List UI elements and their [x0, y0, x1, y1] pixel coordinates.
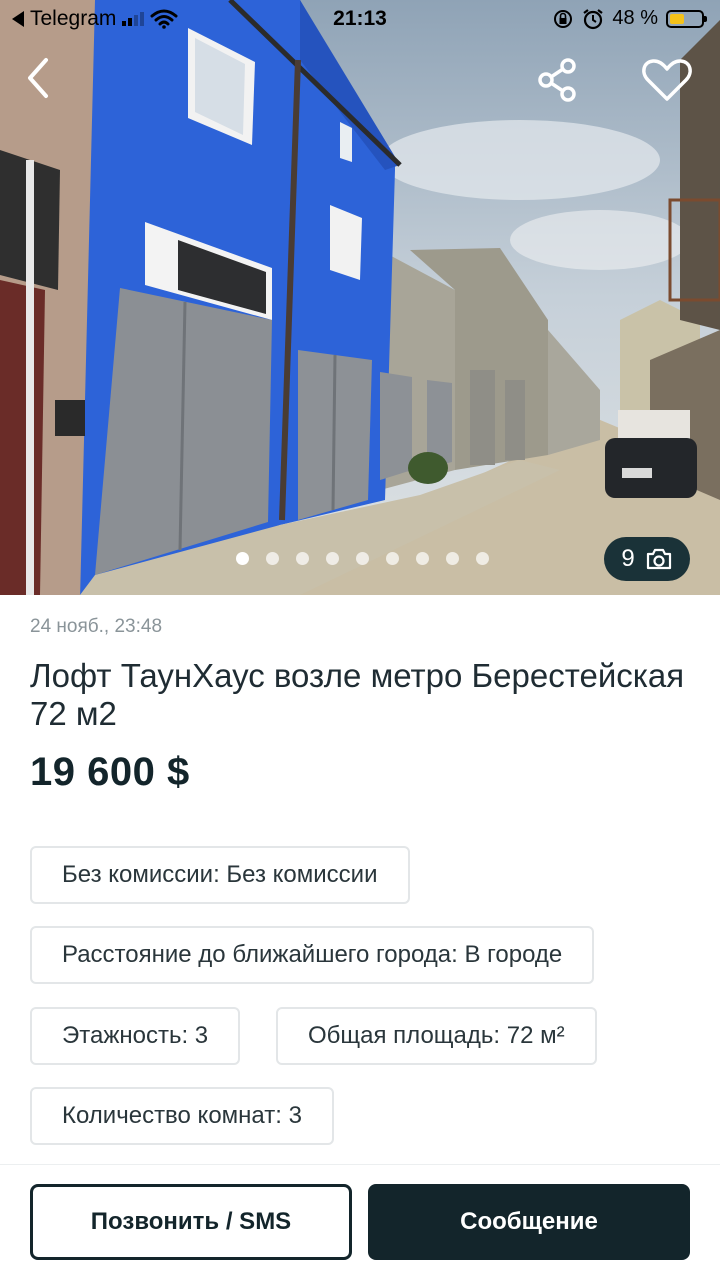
pagination-dot[interactable]	[295, 552, 309, 565]
pagination-dot[interactable]	[445, 552, 459, 565]
battery-percent: 48 %	[612, 7, 658, 29]
pagination-dot[interactable]	[265, 552, 279, 565]
back-button[interactable]	[18, 52, 62, 104]
status-bar: Telegram 21:13 48 %	[0, 0, 720, 40]
alarm-icon	[583, 8, 604, 29]
orientation-lock-icon	[554, 9, 573, 28]
param-chip-floors: Этажность: 3	[30, 1007, 241, 1065]
battery-level	[670, 13, 684, 24]
param-chip-area: Общая площадь: 72 м²	[276, 1007, 597, 1065]
battery-icon	[666, 9, 707, 28]
heart-icon	[642, 59, 692, 101]
pagination-dot[interactable]	[385, 552, 399, 565]
message-button[interactable]: Сообщение	[368, 1184, 690, 1260]
share-button[interactable]	[534, 56, 582, 104]
share-icon	[538, 58, 576, 102]
listing-photo[interactable]: Telegram 21:13 48 % 9	[0, 0, 720, 595]
status-right: 48 %	[552, 7, 707, 30]
listing-price: 19 600 $	[30, 750, 190, 794]
pagination-dot[interactable]	[355, 552, 369, 565]
chevron-left-icon	[28, 58, 48, 98]
pagination-dot[interactable]	[475, 552, 489, 565]
favorite-button[interactable]	[640, 56, 694, 104]
photo-scene	[0, 0, 720, 595]
pagination-dot[interactable]	[325, 552, 339, 565]
pagination-dot[interactable]	[415, 552, 429, 565]
call-sms-button[interactable]: Позвонить / SMS	[30, 1184, 352, 1260]
param-chip-commission: Без комиссии: Без комиссии	[30, 846, 410, 904]
listing-date: 24 нояб., 23:48	[30, 616, 163, 637]
listing-title: Лофт ТаунХаус возле метро Берестейская 7…	[30, 657, 685, 732]
param-chip-rooms: Количество комнат: 3	[30, 1087, 334, 1145]
photo-count-badge[interactable]: 9	[604, 537, 690, 581]
param-chip-distance: Расстояние до ближайшего города: В город…	[30, 926, 595, 984]
pagination-dot[interactable]	[235, 552, 249, 565]
camera-icon	[646, 548, 671, 570]
photo-count: 9	[621, 545, 635, 572]
